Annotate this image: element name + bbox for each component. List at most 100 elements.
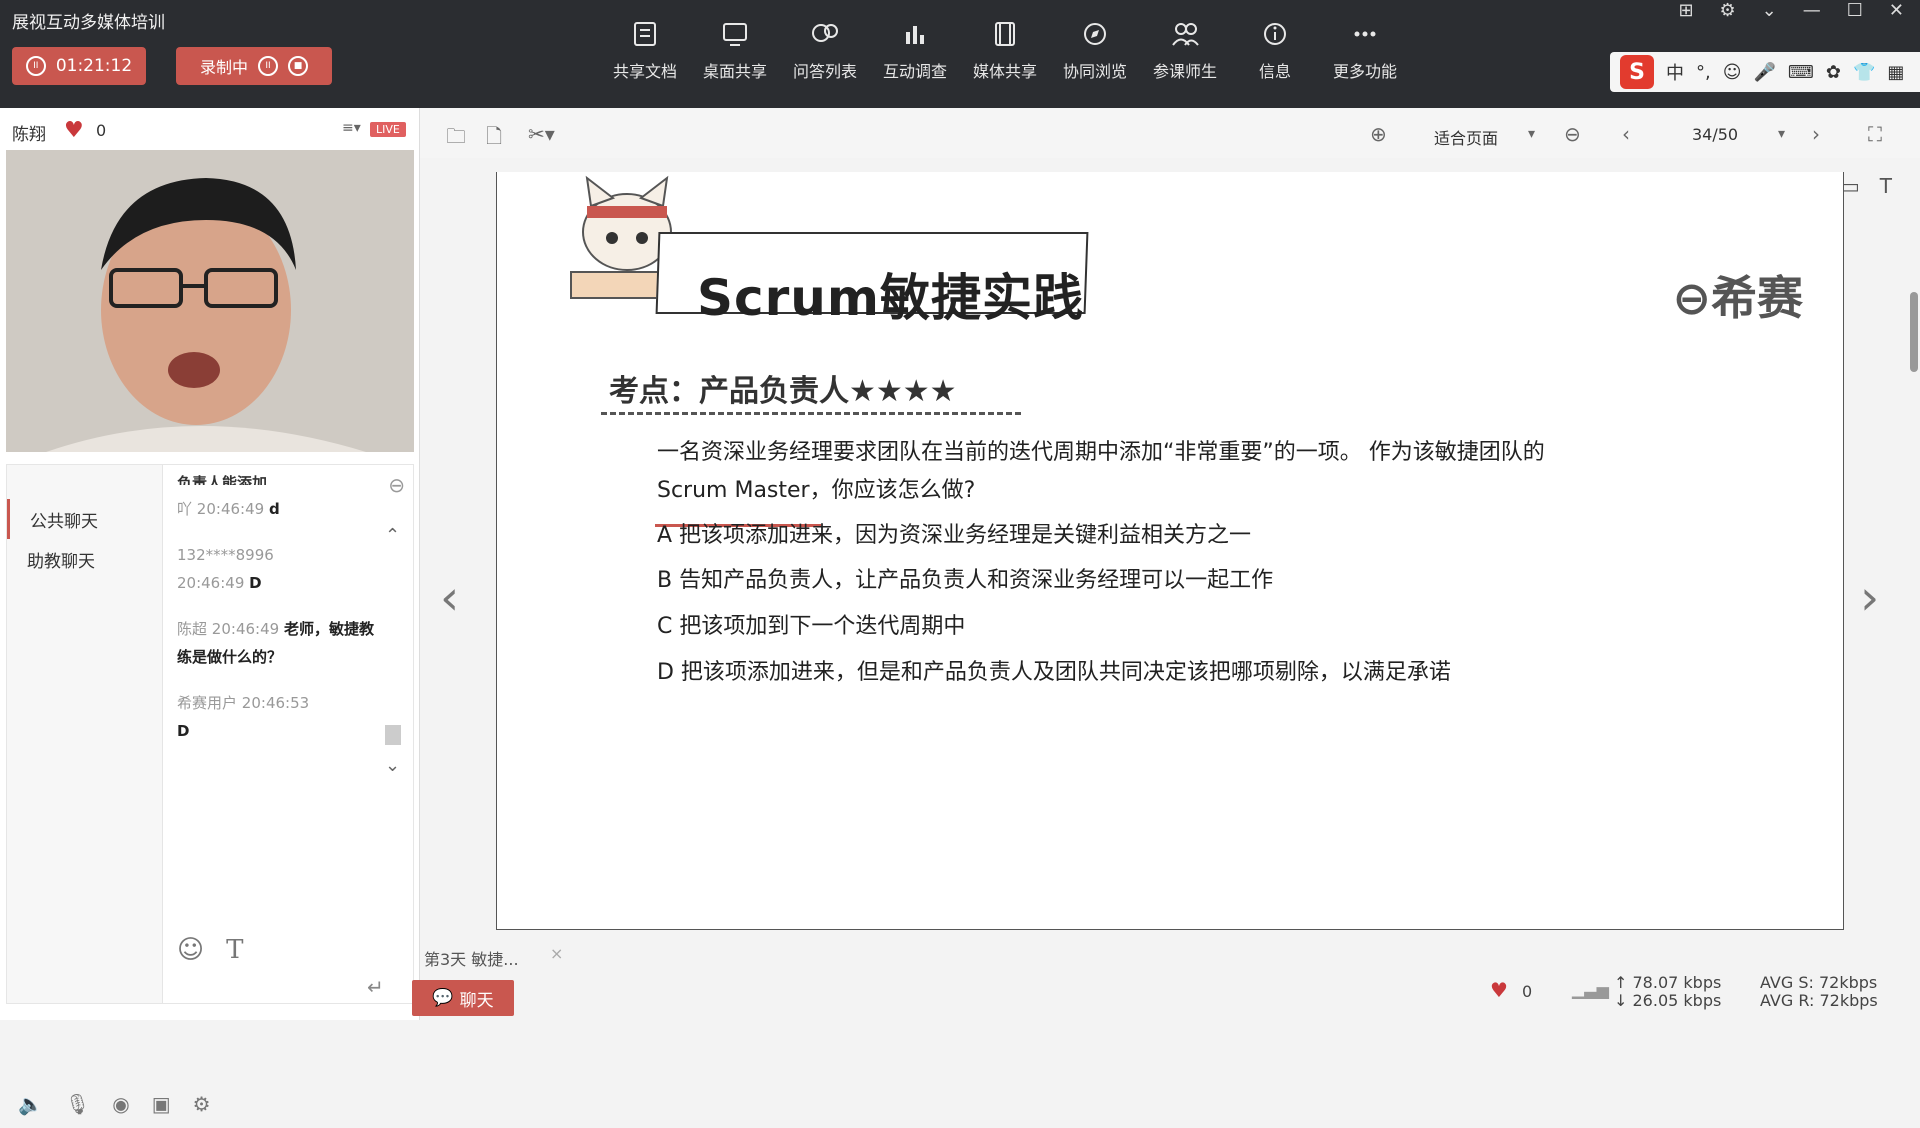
option-a: A 把该项添加进来，因为资深业务经理是关键利益相关方之一 [657,523,1252,548]
ime-grid-icon[interactable]: ▦ [1887,62,1904,83]
top-bar: 展视互动多媒体培训 II 01:21:12 录制中 II ■ 共享文档 桌面共享… [0,0,1920,108]
pause-recording-icon[interactable]: II [258,56,278,76]
co-browse-icon [1079,18,1111,50]
chevron-down-icon[interactable]: ⌄ [1762,0,1777,21]
exam-point: 考点：产品负责人★★★★ [609,374,957,409]
screen-icon[interactable]: ▣ [152,1092,171,1116]
survey-chart-icon [899,18,931,50]
timer-button[interactable]: II 01:21:12 [12,47,146,85]
presenter-name: 陈翔 [12,125,46,145]
document-area: 🗀 🗋 ✂▾ ⊕ 适合页面 ▾ ⊖ ‹ 34/50 ▾ › ⛶ ◉ ➤ ⌫ ♒ … [420,108,1920,1020]
scissors-icon[interactable]: ✂▾ [528,122,555,146]
scroll-up-icon[interactable]: ⌃ [385,525,400,546]
ime-keyboard-icon[interactable]: ⌨ [1788,62,1814,83]
app-title: 展视互动多媒体培训 [12,13,165,33]
option-d: D 把该项添加进来，但是和产品负责人及团队共同决定该把哪项剔除，以满足承诺 [657,660,1451,685]
microphone-icon[interactable]: 🎙 [65,1092,90,1116]
fullscreen-icon[interactable]: ⛶ [1868,122,1882,146]
ime-mic-icon[interactable]: 🎤 [1754,62,1776,83]
zoom-out-icon[interactable]: ⊖ [1564,122,1581,146]
emoji-icon[interactable]: ☺ [177,935,204,965]
option-b: B 告知产品负责人，让产品负责人和资深业务经理可以一起工作 [657,568,1274,593]
slide-page: Scrum敏捷实践 ⊖希赛 考点：产品负责人★★★★ 一名资深业务经理要求团队在… [496,172,1844,930]
ime-skin-icon[interactable]: 👕 [1853,62,1875,83]
clipped-message: 负责人能添加 [177,474,268,485]
pause-icon: II [25,56,46,76]
tool-survey[interactable]: 互动调查 [870,18,960,82]
camera-icon[interactable]: ◉ [112,1092,129,1116]
document-share-icon [629,18,661,50]
ime-punctuation-icon[interactable]: °, [1696,62,1711,83]
info-icon [1259,18,1291,50]
tool-qa-list[interactable]: 问答列表 [780,18,870,82]
send-enter-icon[interactable]: ↵ [367,975,384,999]
chat-message: 希赛用户 20:46:53 D [177,694,310,740]
next-page-icon[interactable]: › [1812,122,1820,146]
text-format-icon[interactable]: T [226,935,243,965]
scroll-thumb[interactable] [385,725,401,745]
settings-gear-icon[interactable]: ⚙ [1720,0,1736,21]
document-tab[interactable]: 第3天 敏捷... [424,946,519,970]
next-slide-arrow[interactable]: › [1860,570,1879,626]
zoom-in-icon[interactable]: ⊕ [1370,122,1387,146]
chat-scrollbar[interactable]: ⌃ ⌄ [383,525,403,805]
tool-co-browse[interactable]: 协同浏览 [1050,18,1140,82]
file-icon[interactable]: 🗋 [486,122,502,156]
collapse-icon[interactable]: ⊖ [388,473,405,497]
tool-share-document[interactable]: 共享文档 [600,18,690,82]
close-icon[interactable]: ✕ [1889,0,1904,21]
tool-more[interactable]: 更多功能 [1320,18,1410,82]
ime-chinese-icon[interactable]: 中 [1666,59,1684,85]
option-c: C 把该项加到下一个迭代周期中 [657,614,966,639]
bandwidth-stats: ↑ 78.07 kbps ↓ 26.05 kbps [1614,973,1722,1010]
recording-button[interactable]: 录制中 II ■ [176,47,332,85]
page-dropdown-icon[interactable]: ▾ [1778,126,1785,142]
settings-icon[interactable]: ⚙ [193,1092,211,1116]
signal-icon: ▁▃▅ [1572,980,1609,999]
timer-value: 01:21:12 [55,56,133,76]
chat-messages: 负责人能添加 吖 20:46:49 d 132****8996 20:46:49… [177,474,377,763]
document-scroll-thumb[interactable] [1910,292,1918,372]
video-header: 陈翔 ♥ 0 ≡▾ LIVE [0,108,420,150]
layout-icon[interactable]: ⊞ [1678,0,1693,21]
prev-page-icon[interactable]: ‹ [1622,122,1630,146]
qa-list-icon [809,18,841,50]
like-heart-icon[interactable]: ♥ [1490,978,1508,1002]
page-indicator[interactable]: 34/50 [1692,125,1738,144]
tab-close-icon[interactable]: × [550,944,563,963]
ime-tools-icon[interactable]: ✿ [1826,62,1841,83]
tool-participants[interactable]: 参课师生 [1140,18,1230,82]
list-menu-icon[interactable]: ≡▾ [342,120,361,136]
zoom-dropdown-icon[interactable]: ▾ [1528,126,1535,142]
sogou-ime-icon[interactable]: S [1620,55,1654,89]
tool-info[interactable]: 信息 [1230,18,1320,82]
tab-assistant-chat[interactable]: 助教聊天 [7,539,163,579]
minimize-icon[interactable]: — [1803,0,1821,21]
chat-toggle-button[interactable]: 💬 聊天 [412,980,514,1016]
recording-label: 录制中 [199,58,248,77]
chat-message: 陈超 20:46:49 老师，敏捷教练是做什么的？ [177,620,374,666]
chat-panel: 公共聊天 助教聊天 ⊖ 负责人能添加 吖 20:46:49 d 132****8… [6,464,414,1004]
zoom-select[interactable]: 适合页面 [1434,125,1498,149]
tool-desktop-share[interactable]: 桌面共享 [690,18,780,82]
slide-title: Scrum敏捷实践 [697,269,1085,327]
stop-recording-icon[interactable]: ■ [288,56,308,76]
presenter-avatar-icon [6,150,414,452]
chat-input-tools: ☺ T [177,935,243,965]
ime-emoji-icon[interactable]: ☺ [1723,62,1742,83]
prev-slide-arrow[interactable]: ‹ [440,570,459,626]
dashed-divider [601,412,1021,415]
document-toolbar: 🗀 🗋 ✂▾ ⊕ 适合页面 ▾ ⊖ ‹ 34/50 ▾ › ⛶ [420,108,1920,158]
question-line-1: 一名资深业务经理要求团队在当前的迭代周期中添加“非常重要”的一项。 作为该敏捷团… [657,440,1545,465]
average-stats: AVG S: 72kbps AVG R: 72kbps [1760,973,1878,1010]
heart-icon[interactable]: ♥ [64,118,84,143]
folder-icon[interactable]: 🗀 [446,122,466,156]
brand-mark-icon: ⊖ [1672,271,1711,325]
maximize-icon[interactable]: ☐ [1847,0,1863,21]
scroll-down-icon[interactable]: ⌄ [385,755,400,776]
question-line-2: Scrum Master，你应该怎么做? [657,478,976,503]
speaker-icon[interactable]: 🔈 [18,1092,43,1116]
tool-media-share[interactable]: 媒体共享 [960,18,1050,82]
text-tool-icon[interactable]: T [1880,174,1892,198]
tab-public-chat[interactable]: 公共聊天 [7,499,163,539]
